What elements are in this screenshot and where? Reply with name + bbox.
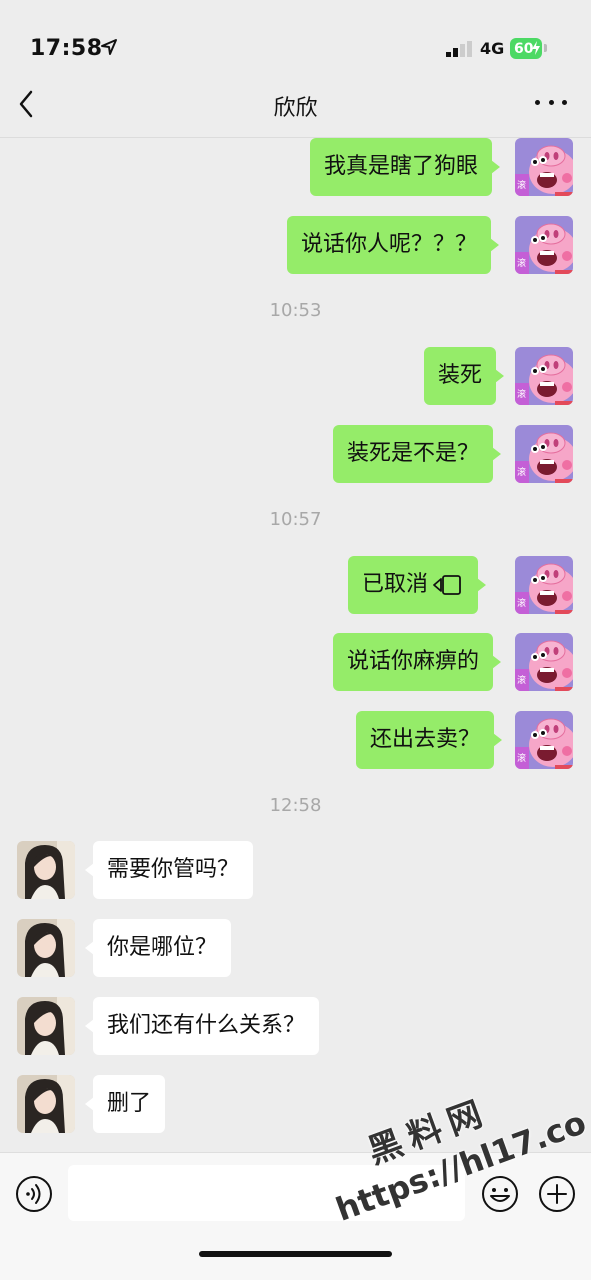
- message-bubble-in[interactable]: 需要你管吗？: [84, 841, 254, 899]
- input-bar: [0, 1152, 591, 1280]
- avatar-badge: 滚: [517, 259, 527, 269]
- status-bar: 17:58 4G 60: [0, 0, 591, 82]
- avatar-badge: 滚: [517, 676, 527, 686]
- contact-avatar[interactable]: [17, 841, 75, 899]
- avatar-badge: 滚: [517, 599, 527, 609]
- contact-photo-icon: [17, 997, 75, 1055]
- emoji-button[interactable]: [481, 1175, 519, 1213]
- chat-header: 欣欣: [0, 82, 591, 138]
- timestamp: 10:53: [269, 300, 322, 321]
- battery-level: 60: [514, 40, 534, 57]
- call-status-text: 已取消: [362, 572, 429, 597]
- avatar-badge: 滚: [517, 754, 527, 764]
- network-label: 4G: [480, 39, 505, 58]
- message-bubble-out[interactable]: 装死是不是？: [333, 425, 502, 483]
- message-bubble-in[interactable]: 我们还有什么关系？: [84, 997, 320, 1055]
- contact-photo-icon: [17, 1075, 75, 1133]
- my-avatar[interactable]: 滚: [515, 633, 573, 691]
- message-bubble-out[interactable]: 我真是瞎了狗眼: [310, 138, 501, 196]
- message-bubble-in[interactable]: 删了: [84, 1075, 166, 1133]
- voice-icon: [16, 1176, 52, 1212]
- my-avatar[interactable]: 滚: [515, 216, 573, 274]
- contact-photo-icon: [17, 919, 75, 977]
- contact-avatar[interactable]: [17, 919, 75, 977]
- my-avatar[interactable]: 滚: [515, 711, 573, 769]
- chat-title: 欣欣: [273, 96, 318, 121]
- more-options-button[interactable]: [535, 92, 567, 112]
- more-functions-button[interactable]: [538, 1175, 576, 1213]
- voice-button[interactable]: [15, 1175, 53, 1213]
- plus-icon: [539, 1176, 575, 1212]
- avatar-badge: 滚: [517, 181, 527, 191]
- message-input[interactable]: [68, 1165, 465, 1221]
- home-indicator: [199, 1251, 392, 1257]
- message-bubble-in[interactable]: 你是哪位？: [84, 919, 232, 977]
- signal-icon: [446, 41, 472, 57]
- message-bubble-out[interactable]: 说话你麻痹的: [333, 633, 502, 691]
- message-bubble-out[interactable]: 装死: [424, 347, 505, 405]
- more-dot: [535, 99, 540, 105]
- more-dot: [562, 99, 567, 105]
- contact-photo-icon: [17, 841, 75, 899]
- avatar-badge: 滚: [517, 390, 527, 400]
- contact-avatar[interactable]: [17, 997, 75, 1055]
- my-avatar[interactable]: 滚: [515, 138, 573, 196]
- my-avatar[interactable]: 滚: [515, 425, 573, 483]
- message-bubble-out[interactable]: 说话你人呢？？？: [287, 216, 500, 274]
- contact-avatar[interactable]: [17, 1075, 75, 1133]
- timestamp: 10:57: [269, 509, 322, 530]
- status-time: 17:58: [30, 36, 103, 61]
- emoji-icon: [482, 1176, 518, 1212]
- more-dot: [548, 99, 554, 105]
- battery-indicator: 60: [510, 38, 542, 59]
- charging-icon: [532, 41, 540, 55]
- my-avatar[interactable]: 滚: [515, 556, 573, 614]
- my-avatar[interactable]: 滚: [515, 347, 573, 405]
- message-bubble-out[interactable]: 还出去卖？: [356, 711, 503, 769]
- battery-tip: [544, 44, 547, 52]
- video-call-icon: [433, 575, 461, 595]
- timestamp: 12:58: [269, 795, 322, 816]
- location-arrow-icon: [101, 39, 117, 55]
- avatar-badge: 滚: [517, 468, 527, 478]
- call-bubble-out[interactable]: 已取消: [348, 556, 487, 614]
